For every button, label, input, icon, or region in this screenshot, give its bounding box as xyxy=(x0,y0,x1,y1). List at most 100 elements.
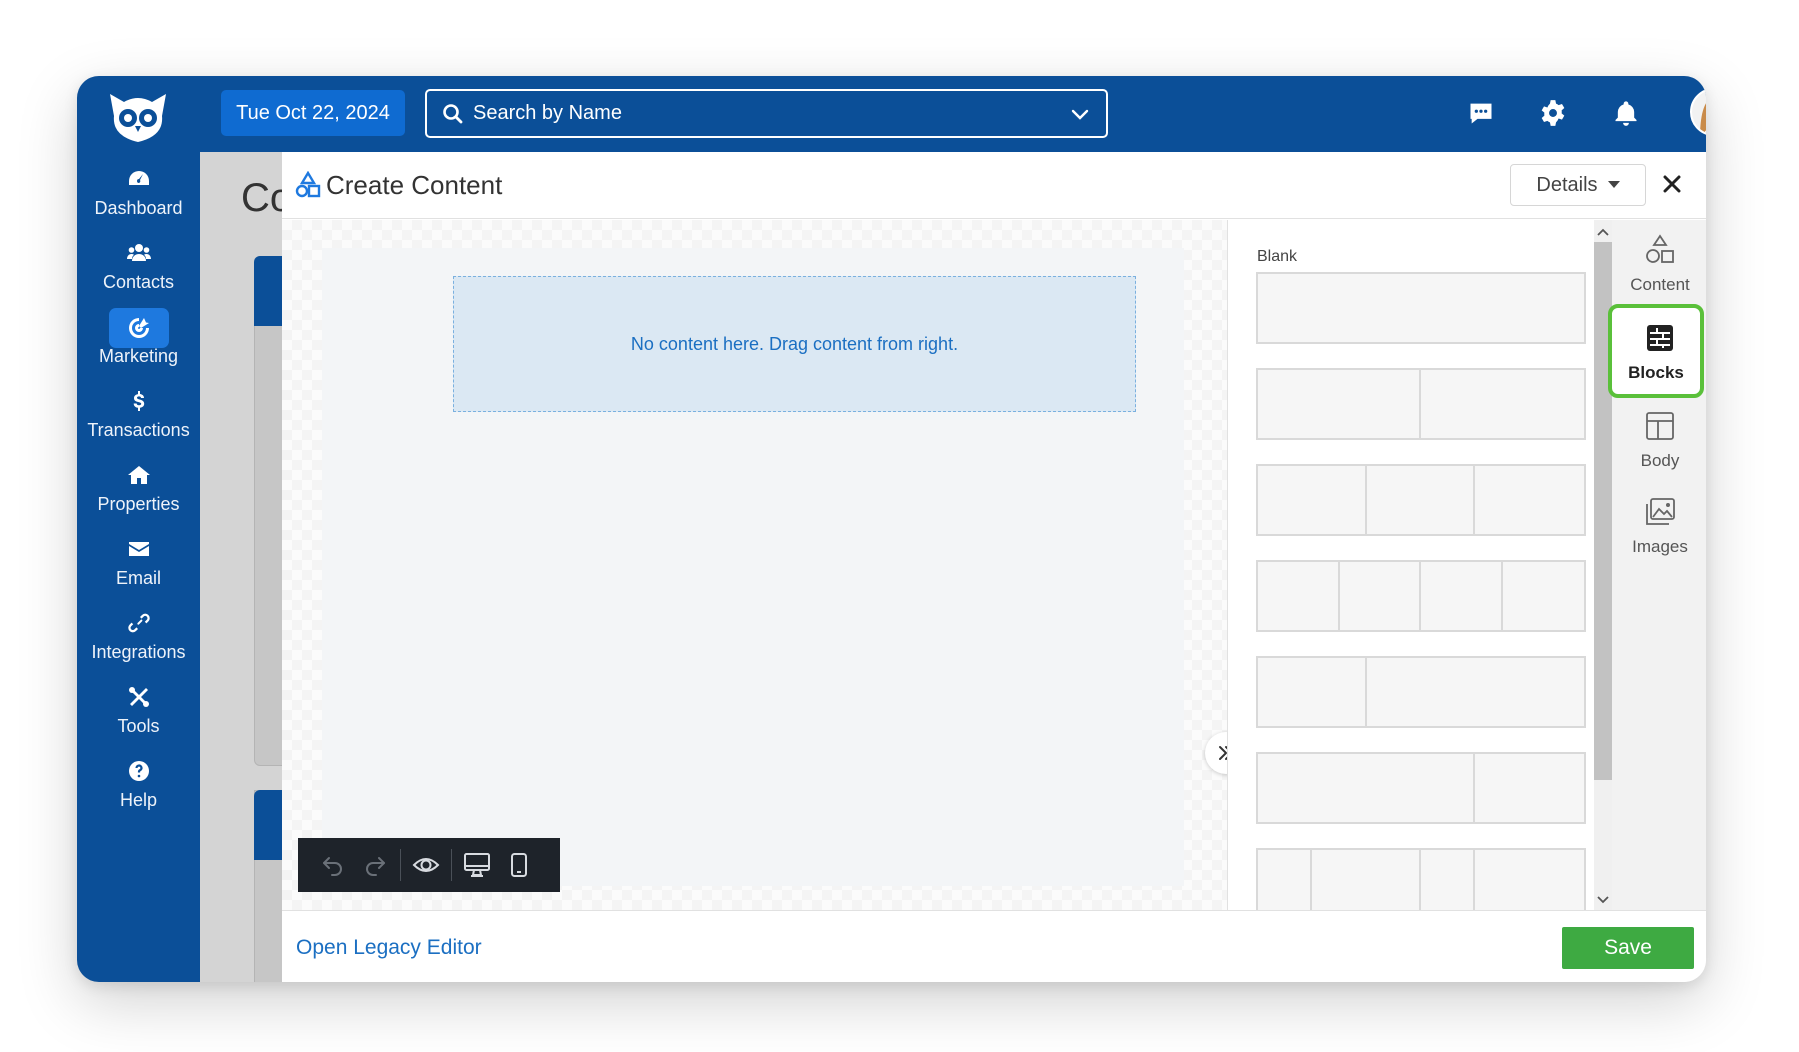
sidebar-item-label: Transactions xyxy=(87,420,190,440)
rail-tab-blocks[interactable]: Blocks xyxy=(1608,304,1704,398)
sidebar-item-integrations[interactable]: Integrations xyxy=(77,598,200,678)
envelope-icon xyxy=(122,532,156,566)
rail-tab-body[interactable]: Body xyxy=(1612,396,1706,490)
sidebar-item-transactions[interactable]: Transactions xyxy=(77,376,200,456)
rail-tab-label: Body xyxy=(1640,451,1680,470)
open-legacy-editor-link[interactable]: Open Legacy Editor xyxy=(296,936,482,960)
block-cell xyxy=(1367,658,1584,726)
home-icon xyxy=(122,458,156,492)
sidebar-item-properties[interactable]: Properties xyxy=(77,450,200,530)
scroll-down-button[interactable] xyxy=(1594,890,1612,910)
bell-icon[interactable] xyxy=(1609,96,1643,130)
block-cell xyxy=(1340,562,1421,630)
blocks-panel: Blank xyxy=(1227,220,1612,910)
block-cell xyxy=(1475,850,1584,910)
block-cell xyxy=(1421,562,1503,630)
block-cell xyxy=(1258,274,1584,342)
create-content-modal: Create Content Details No content here. … xyxy=(282,152,1706,982)
block-1-2-columns[interactable] xyxy=(1256,656,1586,728)
blank-section-label: Blank xyxy=(1257,248,1298,265)
toolbar-divider xyxy=(451,849,452,881)
sidebar-item-label: Email xyxy=(115,568,161,588)
block-cell xyxy=(1258,562,1340,630)
sidebar-item-label: Help xyxy=(119,790,158,810)
sidebar-item-help[interactable]: Help xyxy=(77,746,200,826)
avatar[interactable] xyxy=(1690,88,1706,136)
tools-icon xyxy=(122,680,156,714)
redo-icon xyxy=(366,857,385,876)
block-2-columns[interactable] xyxy=(1256,368,1586,440)
save-button[interactable]: Save xyxy=(1562,927,1694,969)
canvas-sheet: No content here. Drag content from right… xyxy=(322,248,1184,886)
block-cell xyxy=(1421,850,1476,910)
block-cell xyxy=(1503,562,1585,630)
close-button[interactable] xyxy=(1657,169,1687,199)
images-icon xyxy=(1646,498,1675,525)
block-cell xyxy=(1258,370,1421,438)
block-cell xyxy=(1312,850,1421,910)
undo-icon xyxy=(323,857,342,876)
rail-tab-label: Images xyxy=(1632,537,1688,556)
editor-canvas: No content here. Drag content from right… xyxy=(282,220,1227,910)
modal-header: Create Content Details xyxy=(282,152,1706,219)
sidebar-item-email[interactable]: Email xyxy=(77,524,200,604)
details-dropdown-button[interactable]: Details xyxy=(1510,164,1646,206)
sidebar-item-tools[interactable]: Tools xyxy=(77,672,200,752)
sidebar: Dashboard Contacts Marketing Transaction… xyxy=(77,76,200,982)
block-cell xyxy=(1258,466,1367,534)
rail-tab-images[interactable]: Images xyxy=(1612,482,1706,576)
search-placeholder: Search by Name xyxy=(473,102,622,124)
undo-button[interactable] xyxy=(312,844,354,886)
modal-footer: Open Legacy Editor Save xyxy=(282,910,1706,982)
sidebar-item-label: Integrations xyxy=(91,642,186,662)
chat-icon[interactable] xyxy=(1464,96,1498,130)
eye-icon xyxy=(412,858,440,872)
sidebar-item-label: Tools xyxy=(117,716,160,736)
rail-tab-content[interactable]: Content xyxy=(1612,220,1706,314)
search-input[interactable]: Search by Name xyxy=(425,89,1108,138)
scroll-up-button[interactable] xyxy=(1594,222,1612,242)
block-cell xyxy=(1258,850,1313,910)
shapes-icon xyxy=(295,171,321,198)
top-bar: Tue Oct 22, 2024 Search by Name xyxy=(200,76,1706,152)
block-3-columns[interactable] xyxy=(1256,464,1586,536)
desktop-icon xyxy=(464,853,490,877)
sidebar-item-label: Marketing xyxy=(98,346,179,366)
desktop-view-button[interactable] xyxy=(456,844,498,886)
block-4-columns[interactable] xyxy=(1256,560,1586,632)
dollar-icon xyxy=(122,384,156,418)
chevron-down-icon[interactable] xyxy=(1068,102,1092,126)
chevron-up-icon xyxy=(1597,228,1609,236)
drop-zone[interactable]: No content here. Drag content from right… xyxy=(453,276,1136,412)
block-mixed-columns[interactable] xyxy=(1256,848,1586,910)
link-icon xyxy=(122,606,156,640)
sidebar-item-marketing[interactable]: Marketing xyxy=(77,302,200,382)
gear-icon[interactable] xyxy=(1536,96,1570,130)
caret-down-icon xyxy=(1607,181,1620,188)
blocks-icon xyxy=(1647,325,1673,351)
date-display[interactable]: Tue Oct 22, 2024 xyxy=(221,90,405,136)
modal-title: Create Content xyxy=(326,170,503,200)
close-icon xyxy=(1663,175,1681,193)
mobile-view-button[interactable] xyxy=(498,844,540,886)
block-cell xyxy=(1367,466,1476,534)
block-1-column[interactable] xyxy=(1256,272,1586,344)
contacts-icon xyxy=(122,236,156,270)
preview-button[interactable] xyxy=(405,844,447,886)
sidebar-item-dashboard[interactable]: Dashboard xyxy=(77,154,200,234)
marketing-icon xyxy=(108,308,169,348)
block-2-1-columns[interactable] xyxy=(1256,752,1586,824)
rail-tab-label: Blocks xyxy=(1628,363,1684,382)
rail-tab-label: Content xyxy=(1630,275,1690,294)
sidebar-item-label: Contacts xyxy=(102,272,175,292)
details-label: Details xyxy=(1536,173,1598,196)
owl-logo[interactable] xyxy=(104,86,172,146)
sidebar-item-label: Properties xyxy=(97,494,180,514)
sidebar-item-label: Dashboard xyxy=(94,198,183,218)
shapes-icon xyxy=(1646,234,1674,263)
block-cell xyxy=(1475,754,1584,822)
block-cell xyxy=(1258,754,1476,822)
sidebar-item-contacts[interactable]: Contacts xyxy=(77,228,200,308)
help-icon xyxy=(122,754,156,788)
redo-button[interactable] xyxy=(354,844,396,886)
